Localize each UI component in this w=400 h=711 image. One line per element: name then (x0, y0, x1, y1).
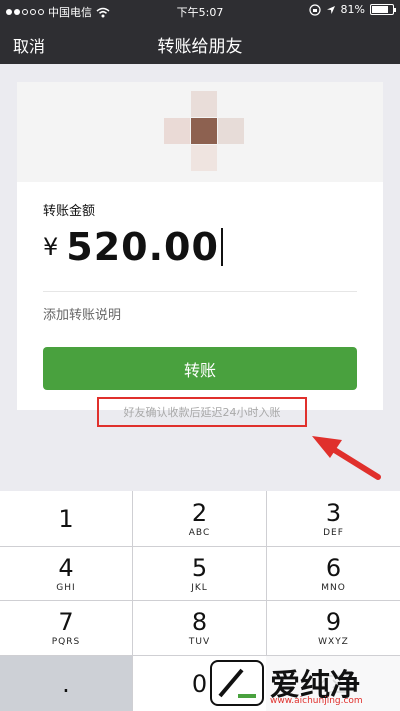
battery-percent: 81% (340, 3, 365, 16)
key-digit: 8 (191, 608, 208, 636)
key-digit: . (62, 669, 70, 698)
key-7[interactable]: 7 PQRS (0, 601, 133, 656)
key-5[interactable]: 5 JKL (133, 547, 267, 601)
key-letters: ABC (188, 527, 211, 538)
key-digit: 9 (325, 608, 342, 636)
add-note-link[interactable]: 添加转账说明 (43, 304, 121, 323)
page-title: 转账给朋友 (157, 37, 243, 57)
key-letters: GHI (56, 582, 76, 593)
nav-bar: 取消 转账给朋友 (0, 22, 400, 64)
watermark: 爱纯净 www.aichunjing.com (206, 656, 400, 711)
key-2[interactable]: 2 ABC (133, 491, 267, 547)
transfer-screen: { "status_bar": { "carrier": "中国电信", "ti… (0, 0, 400, 711)
battery-fill (372, 6, 388, 13)
key-letters: TUV (188, 637, 211, 647)
key-digit: 3 (325, 498, 342, 527)
location-icon (326, 5, 335, 14)
key-letters: PQRS (51, 637, 81, 647)
lock-rotation-icon (308, 3, 321, 16)
key-decimal[interactable]: . (0, 656, 133, 711)
watermark-url: www.aichunjing.com (270, 696, 363, 706)
key-8[interactable]: 8 TUV (133, 601, 267, 656)
amount-input[interactable]: ¥ 520.00 (43, 222, 223, 272)
key-digit: 1 (58, 504, 74, 533)
key-3[interactable]: 3 DEF (267, 491, 400, 547)
key-letters: WXYZ (318, 637, 349, 647)
transfer-button[interactable]: 转账 (43, 347, 357, 390)
key-digit: 2 (191, 498, 208, 527)
battery-icon (370, 4, 396, 15)
delay-hint-text: 好友确认收款后延迟24小时入账 (123, 406, 281, 419)
key-9[interactable]: 9 WXYZ (267, 601, 400, 656)
amount-value: 520.00 (66, 225, 219, 269)
key-digit: 0 (191, 669, 208, 698)
key-digit: 4 (58, 553, 74, 582)
key-digit: 7 (58, 608, 74, 636)
key-4[interactable]: 4 GHI (0, 547, 133, 601)
status-right-group: 81% (308, 3, 396, 16)
key-letters: MNO (321, 582, 346, 593)
key-1[interactable]: 1 (0, 491, 133, 547)
key-6[interactable]: 6 MNO (267, 547, 400, 601)
key-digit: 5 (191, 553, 208, 582)
text-caret (220, 228, 223, 266)
amount-label: 转账金额 (43, 204, 96, 219)
transfer-card: 转账金额 ¥ 520.00 添加转账说明 转账 (17, 82, 383, 410)
status-bar: 中国电信 下午5:07 81% (0, 0, 400, 22)
watermark-logo-icon (210, 660, 264, 706)
key-digit: 6 (325, 553, 342, 582)
key-letters: JKL (191, 582, 208, 593)
avatar (164, 91, 244, 171)
delay-hint: 好友确认收款后延迟24小时入账 (97, 397, 307, 427)
divider (43, 291, 357, 292)
avatar-band (17, 82, 383, 182)
currency-symbol: ¥ (43, 233, 59, 261)
key-letters: DEF (323, 527, 344, 538)
